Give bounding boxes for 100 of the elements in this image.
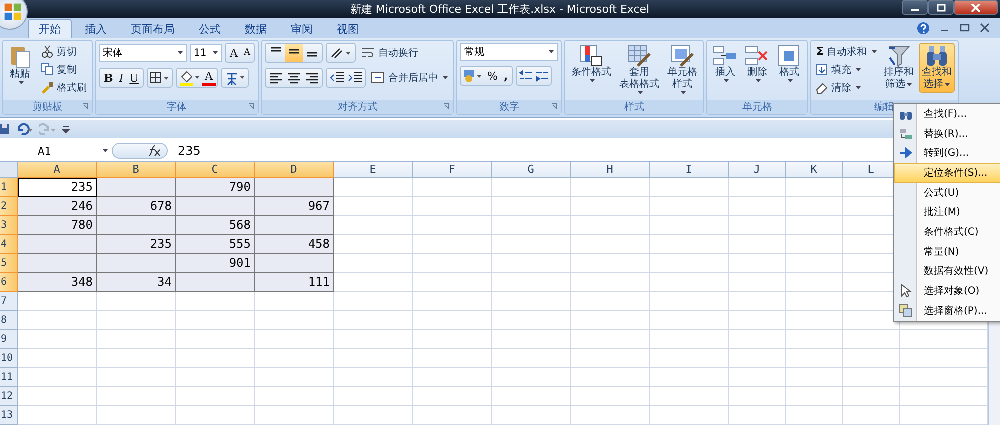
- row-header[interactable]: 3: [0, 216, 18, 235]
- sort-filter-button[interactable]: 排序和 筛选: [880, 43, 917, 93]
- find-select-button[interactable]: 查找和 选择: [918, 43, 955, 93]
- table-cell[interactable]: 790: [176, 178, 255, 197]
- column-header[interactable]: I: [650, 162, 729, 178]
- percent-button[interactable]: %: [484, 67, 501, 85]
- align-icon[interactable]: [304, 71, 320, 85]
- editing-button[interactable]: 清除: [814, 79, 879, 96]
- clipboard-button[interactable]: 格式刷: [39, 79, 89, 96]
- table-cell[interactable]: [176, 273, 255, 292]
- align-icon[interactable]: [268, 71, 284, 85]
- dialog-launcher-icon[interactable]: [248, 103, 256, 110]
- column-header[interactable]: A: [18, 162, 97, 178]
- menu-item[interactable]: 转到(G)...: [894, 143, 1000, 164]
- menu-item[interactable]: 公式(U): [894, 182, 1000, 202]
- style-button[interactable]: 条件格式: [568, 43, 614, 85]
- column-header[interactable]: C: [176, 162, 255, 178]
- dialog-launcher-icon[interactable]: [443, 103, 450, 110]
- table-cell[interactable]: [97, 178, 176, 197]
- align-icon[interactable]: [286, 71, 302, 85]
- editing-button[interactable]: 填充: [814, 61, 879, 78]
- merge-center-button[interactable]: 合并后居中: [369, 70, 450, 86]
- table-cell[interactable]: 901: [176, 254, 255, 273]
- table-cell[interactable]: 235: [18, 178, 97, 197]
- italic-button[interactable]: I: [116, 69, 127, 87]
- undo-icon[interactable]: [16, 123, 33, 135]
- restore-button[interactable]: [928, 0, 954, 15]
- indent-icon[interactable]: [329, 71, 346, 85]
- table-cell[interactable]: 34: [97, 273, 176, 292]
- redo-icon[interactable]: [39, 123, 56, 135]
- cells-button[interactable]: 格式: [774, 43, 804, 85]
- row-header[interactable]: 10: [0, 349, 18, 368]
- column-header[interactable]: H: [571, 162, 650, 178]
- ribbon-tab[interactable]: 数据: [234, 19, 278, 38]
- ribbon-tab[interactable]: 审阅: [280, 19, 324, 38]
- row-header[interactable]: 12: [0, 387, 18, 406]
- shrink-font-button[interactable]: A: [240, 44, 254, 62]
- column-header[interactable]: B: [97, 162, 176, 178]
- menu-item[interactable]: 替换(R)...: [894, 124, 1000, 144]
- table-cell[interactable]: [255, 254, 334, 273]
- row-header[interactable]: 7: [0, 292, 18, 311]
- editing-button[interactable]: Σ 自动求和: [814, 43, 879, 60]
- font-size-field[interactable]: 11: [190, 44, 222, 62]
- ribbon-tab[interactable]: 插入: [74, 19, 118, 38]
- close-icon[interactable]: [980, 23, 990, 33]
- column-header[interactable]: D: [255, 162, 334, 178]
- row-header[interactable]: 13: [0, 406, 18, 425]
- fill-color-icon[interactable]: [178, 70, 201, 86]
- orientation-icon[interactable]: [329, 46, 354, 60]
- table-cell[interactable]: 780: [18, 216, 97, 235]
- table-cell[interactable]: [97, 216, 176, 235]
- wrap-text-button[interactable]: 自动换行: [359, 44, 420, 62]
- row-header[interactable]: 4: [0, 235, 18, 254]
- row-header[interactable]: 2: [0, 197, 18, 216]
- ribbon-tab[interactable]: 页面布局: [120, 19, 186, 38]
- ribbon-tab[interactable]: 公式: [188, 19, 232, 38]
- menu-item[interactable]: 常量(N): [894, 242, 1000, 262]
- indent-icon[interactable]: [347, 71, 364, 85]
- table-cell[interactable]: [97, 254, 176, 273]
- table-cell[interactable]: [18, 254, 97, 273]
- menu-item[interactable]: 批注(M): [894, 202, 1000, 222]
- ribbon-tab[interactable]: 开始: [28, 19, 72, 38]
- column-header[interactable]: K: [786, 162, 843, 178]
- menu-item[interactable]: 选择对象(O): [894, 281, 1000, 301]
- row-header[interactable]: 1: [0, 178, 18, 197]
- menu-item[interactable]: 条件格式(C): [894, 222, 1000, 242]
- menu-item[interactable]: 数据有效性(V): [894, 262, 1000, 282]
- clipboard-button[interactable]: 剪切: [39, 43, 89, 60]
- paste-button[interactable]: 粘贴: [6, 43, 34, 87]
- ribbon-tab[interactable]: 视图: [326, 19, 370, 38]
- column-header[interactable]: E: [334, 162, 413, 178]
- table-cell[interactable]: 111: [255, 273, 334, 292]
- row-header[interactable]: 11: [0, 368, 18, 387]
- minimize-button[interactable]: [902, 0, 928, 15]
- table-cell[interactable]: [176, 197, 255, 216]
- table-cell[interactable]: 348: [18, 273, 97, 292]
- select-all-corner[interactable]: [0, 162, 18, 178]
- table-cell[interactable]: 458: [255, 235, 334, 254]
- dialog-launcher-icon[interactable]: [551, 103, 558, 110]
- table-cell[interactable]: 678: [97, 197, 176, 216]
- row-header[interactable]: 6: [0, 273, 18, 292]
- clipboard-button[interactable]: 复制: [39, 61, 89, 78]
- table-cell[interactable]: [18, 235, 97, 254]
- vertical-align-button[interactable]: [285, 44, 304, 62]
- menu-item[interactable]: 选择窗格(P)...: [894, 300, 1000, 321]
- row-header[interactable]: 8: [0, 311, 18, 330]
- name-box[interactable]: A1: [0, 142, 112, 160]
- save-icon[interactable]: [0, 123, 10, 135]
- table-cell[interactable]: 568: [176, 216, 255, 235]
- currency-icon[interactable]: [463, 69, 484, 83]
- cells-button[interactable]: 插入: [710, 43, 740, 85]
- table-cell[interactable]: 235: [97, 235, 176, 254]
- borders-icon[interactable]: [150, 71, 170, 85]
- column-header[interactable]: G: [492, 162, 571, 178]
- column-header[interactable]: F: [413, 162, 492, 178]
- table-cell[interactable]: 246: [18, 197, 97, 216]
- style-button[interactable]: 套用 表格格式: [616, 43, 662, 97]
- comma-button[interactable]: ,: [500, 67, 512, 85]
- underline-button[interactable]: U: [126, 69, 142, 87]
- menu-item[interactable]: 定位条件(S)...: [894, 163, 1000, 183]
